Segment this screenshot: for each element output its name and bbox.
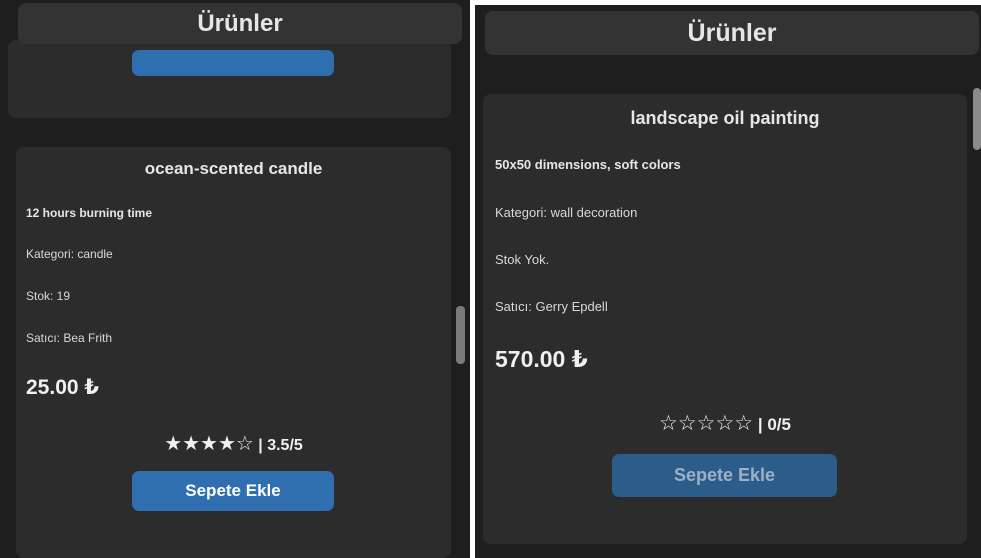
product-name: landscape oil painting [630,108,820,128]
product-price: 570.00 ₺ [495,346,588,372]
rating-value: | 0/5 [753,415,791,434]
product-rating: ★★★★☆ | 3.5/5 [16,431,451,456]
product-name: ocean-scented candle [144,159,323,178]
product-description: 12 hours burning time [26,206,153,220]
rating-value: | 3.5/5 [253,437,303,454]
page-title: Ürünler [485,11,979,55]
add-to-cart-button[interactable]: Sepete Ekle [132,471,334,511]
product-category: Kategori: wall decoration [495,205,638,220]
product-seller: Satıcı: Gerry Epdell [495,299,608,314]
scrollbar-thumb[interactable] [973,88,981,150]
product-category: Kategori: candle [26,247,113,261]
rating-stars-icon: ★★★★☆ [164,433,254,455]
product-rating: ☆☆☆☆☆ | 0/5 [483,411,967,436]
product-stock: Stok: 19 [26,289,71,303]
product-card-previous [8,40,451,118]
rating-stars-icon: ☆☆☆☆☆ [659,412,754,435]
product-card: landscape oil painting 50x50 dimensions,… [483,94,967,544]
add-to-cart-button-previous[interactable] [132,50,334,76]
product-card: ocean-scented candle 12 hours burning ti… [16,147,451,558]
right-product-list: Ürünler landscape oil painting 50x50 dim… [475,5,981,558]
product-seller: Satıcı: Bea Frith [26,331,113,345]
page-title: Ürünler [18,3,462,44]
left-product-list: Ürünler ocean-scented candle 12 hours bu… [0,0,470,558]
product-price: 25.00 ₺ [26,376,99,399]
product-description: 50x50 dimensions, soft colors [495,157,681,172]
product-stock: Stok Yok. [495,252,550,267]
add-to-cart-button[interactable]: Sepete Ekle [612,454,837,497]
scrollbar-thumb[interactable] [456,306,465,364]
